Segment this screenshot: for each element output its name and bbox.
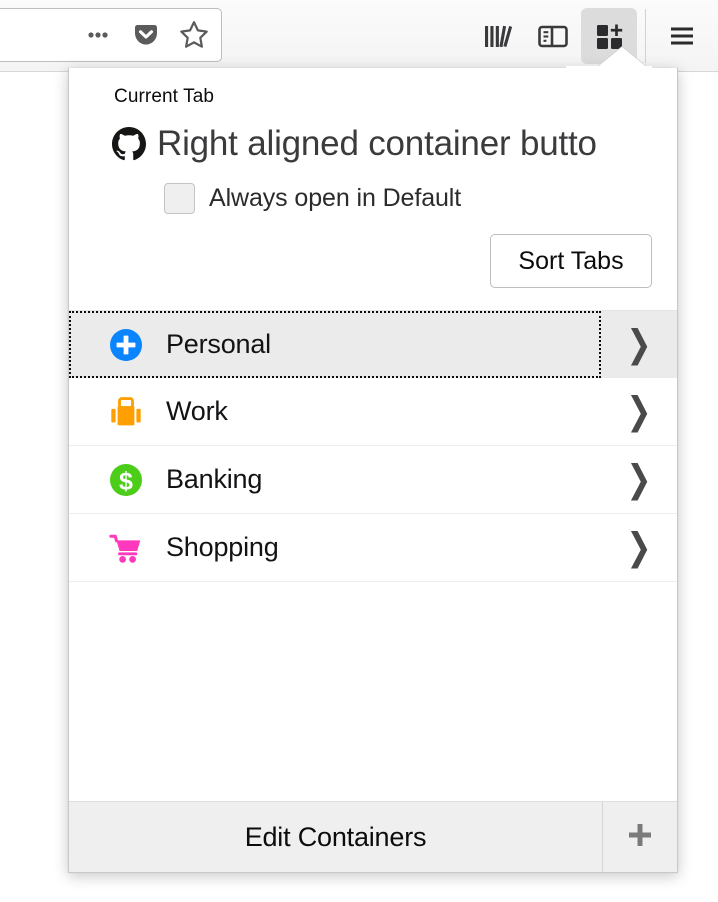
url-bar[interactable] <box>0 8 222 62</box>
container-row-banking[interactable]: $ Banking ❯ <box>69 446 677 514</box>
container-open-work[interactable]: Work <box>69 378 601 445</box>
sidebar-icon[interactable] <box>525 8 581 64</box>
urlbar-actions <box>81 9 211 61</box>
hamburger-menu-icon[interactable] <box>654 8 710 64</box>
chevron-right-icon: ❯ <box>626 389 652 433</box>
plus-icon <box>623 818 657 857</box>
library-icon[interactable] <box>469 8 525 64</box>
current-tab-title: Right aligned container butto <box>157 124 597 163</box>
edit-containers-button[interactable]: Edit Containers <box>69 802 602 872</box>
sort-tabs-row: Sort Tabs <box>69 220 677 310</box>
current-tab-row[interactable]: Right aligned container butto <box>69 108 677 170</box>
container-row-work[interactable]: Work ❯ <box>69 378 677 446</box>
fingerprint-plus-icon <box>105 324 147 366</box>
toolbar-buttons <box>469 6 710 66</box>
container-list: Personal ❯ Work ❯ $ Banking ❯ Shopping ❯ <box>69 310 677 801</box>
chevron-right-icon: ❯ <box>626 322 652 366</box>
container-row-shopping[interactable]: Shopping ❯ <box>69 514 677 582</box>
container-name: Shopping <box>166 532 279 562</box>
current-tab-label: Current Tab <box>114 86 215 107</box>
container-open-personal[interactable]: Personal <box>69 311 601 378</box>
container-manage-chevron-personal[interactable]: ❯ <box>601 311 677 378</box>
container-name: Banking <box>166 464 263 494</box>
container-manage-chevron-work[interactable]: ❯ <box>601 378 677 445</box>
chevron-right-icon: ❯ <box>626 457 652 501</box>
chevron-right-icon: ❯ <box>626 525 652 569</box>
popup-header: Current Tab Right aligned container butt… <box>69 68 677 310</box>
container-manage-chevron-shopping[interactable]: ❯ <box>601 514 677 581</box>
svg-text:$: $ <box>119 467 133 495</box>
current-tab-title-wrap: Right aligned container butto <box>157 120 677 168</box>
always-open-label: Always open in Default <box>209 183 462 212</box>
sort-tabs-button[interactable]: Sort Tabs <box>490 234 652 288</box>
briefcase-icon <box>105 391 147 433</box>
github-octocat-icon <box>111 126 147 162</box>
page-actions-icon[interactable] <box>81 18 115 52</box>
always-open-row[interactable]: Always open in Default <box>69 170 677 220</box>
popup-footer: Edit Containers <box>69 801 677 872</box>
container-open-banking[interactable]: $ Banking <box>69 446 601 513</box>
always-open-checkbox[interactable] <box>164 182 195 214</box>
container-manage-chevron-banking[interactable]: ❯ <box>601 446 677 513</box>
dollar-circle-icon: $ <box>105 459 147 501</box>
shopping-cart-icon <box>105 527 147 569</box>
containers-popup-panel: Current Tab Right aligned container butt… <box>68 68 678 873</box>
container-open-shopping[interactable]: Shopping <box>69 514 601 581</box>
container-name: Work <box>166 396 228 426</box>
popup-pointer-mask <box>566 66 652 72</box>
pocket-icon[interactable] <box>129 18 163 52</box>
container-row-personal[interactable]: Personal ❯ <box>69 311 677 378</box>
container-name: Personal <box>166 329 271 359</box>
add-container-button[interactable] <box>602 802 677 872</box>
bookmark-star-icon[interactable] <box>177 18 211 52</box>
